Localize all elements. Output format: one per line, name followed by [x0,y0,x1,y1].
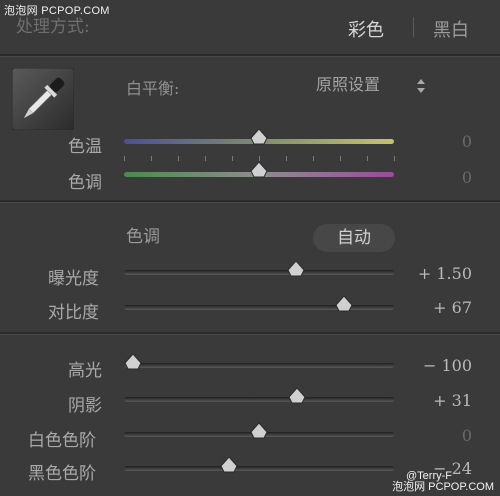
slider-tick [124,156,125,161]
shadows-label: 阴影 [68,396,102,416]
white-balance-label: 白平衡: [126,79,180,98]
contrast-label: 对比度 [48,303,99,323]
slider-tick [259,156,260,161]
slider-tick [340,156,341,161]
highlights-value[interactable]: − 100 [423,356,472,375]
updown-arrows-icon[interactable] [416,78,426,94]
slider-tick [394,156,395,161]
eyedropper-icon[interactable] [11,67,75,131]
contrast-value[interactable]: + 67 [433,298,472,317]
slider-tick [178,156,179,161]
contrast-slider-track[interactable] [124,305,394,310]
temp-value[interactable]: 0 [462,132,472,151]
exposure-value[interactable]: + 1.50 [418,264,472,283]
exposure-label: 曝光度 [48,269,99,289]
slider-tick [151,156,152,161]
temp-label: 色温 [68,137,102,157]
blacks-label: 黑色色阶 [28,464,96,484]
section-divider [0,54,500,57]
slider-tick [286,156,287,161]
white-balance-select[interactable]: 原照设置 [316,71,380,95]
slider-tick [205,156,206,161]
treatment-label: 处理方式: [16,17,90,37]
section-divider [0,332,500,335]
highlights-label: 高光 [68,361,102,381]
treatment-bw-option[interactable]: 黑白 [433,16,469,42]
shadows-value[interactable]: + 31 [433,391,472,410]
slider-tick [232,156,233,161]
whites-value[interactable]: 0 [462,426,472,445]
slider-tick [313,156,314,161]
highlights-slider-track[interactable] [124,363,394,368]
credit-site: 泡泡网 PCPOP.COM [392,481,494,493]
tint-label: 色调 [68,173,102,193]
blacks-slider-track[interactable] [124,466,394,471]
whites-label: 白色色阶 [28,431,96,451]
tint-value[interactable]: 0 [462,168,472,187]
develop-panel: 泡泡网 PCPOP.COM 处理方式: 彩色 黑白 白平衡: 原照设置 色温 0… [0,0,500,496]
treatment-separator [413,17,414,37]
slider-tick [367,156,368,161]
exposure-slider-track[interactable] [124,270,394,275]
treatment-color-option[interactable]: 彩色 [348,16,384,42]
shadows-slider-track[interactable] [124,397,394,402]
section-divider [0,200,500,203]
tone-title: 色调 [126,227,160,247]
auto-button[interactable]: 自动 [313,224,395,252]
